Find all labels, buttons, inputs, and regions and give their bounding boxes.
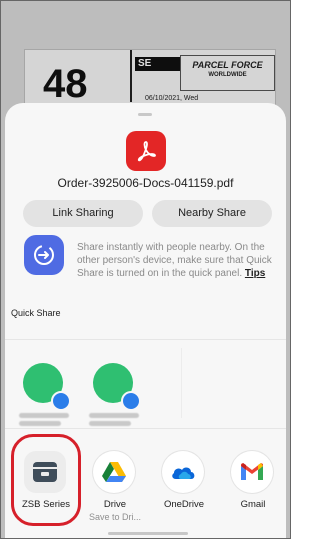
contact-name-redacted	[19, 413, 69, 418]
app-label: Drive	[103, 499, 127, 510]
nearby-share-button[interactable]: Nearby Share	[152, 200, 272, 227]
zsb-printer-icon	[24, 451, 66, 493]
app-sublabel: Save to Dri...	[88, 512, 142, 522]
gesture-nav-bar[interactable]	[108, 532, 188, 535]
gmail-icon	[231, 451, 273, 493]
quick-share-description-text: Share instantly with people nearby. On t…	[77, 242, 272, 279]
link-sharing-button[interactable]: Link Sharing	[23, 200, 143, 227]
google-drive-icon	[93, 451, 135, 493]
app-label: ZSB Series	[21, 499, 71, 510]
contact-device-badge-icon	[51, 391, 71, 411]
tips-link[interactable]: Tips	[245, 268, 265, 279]
share-sheet: Order-3925006-Docs-041159.pdf Link Shari…	[5, 103, 286, 538]
app-label: OneDrive	[163, 499, 205, 510]
contacts-column-divider	[181, 348, 182, 418]
quick-share-label[interactable]: Quick Share	[11, 308, 61, 318]
contact-name-redacted	[89, 413, 139, 418]
contact-device-badge-icon	[121, 391, 141, 411]
app-label: Gmail	[240, 499, 266, 510]
onedrive-cloud-icon	[162, 451, 204, 493]
app-row: ZSB Series Drive Save to Dri... OneDrive…	[5, 443, 286, 538]
section-divider	[5, 339, 286, 340]
section-divider	[5, 428, 286, 429]
screen-frame: 48 SE PARCEL FORCE WORLDWIDE 06/10/2021,…	[0, 0, 291, 539]
pdf-file-icon	[126, 131, 166, 171]
drag-handle[interactable]	[138, 113, 152, 116]
contact-detail-redacted	[89, 421, 131, 426]
quick-share-icon[interactable]	[24, 235, 64, 275]
quick-share-description: Share instantly with people nearby. On t…	[77, 241, 273, 280]
contact-detail-redacted	[19, 421, 61, 426]
file-name: Order-3925006-Docs-041159.pdf	[57, 176, 234, 190]
